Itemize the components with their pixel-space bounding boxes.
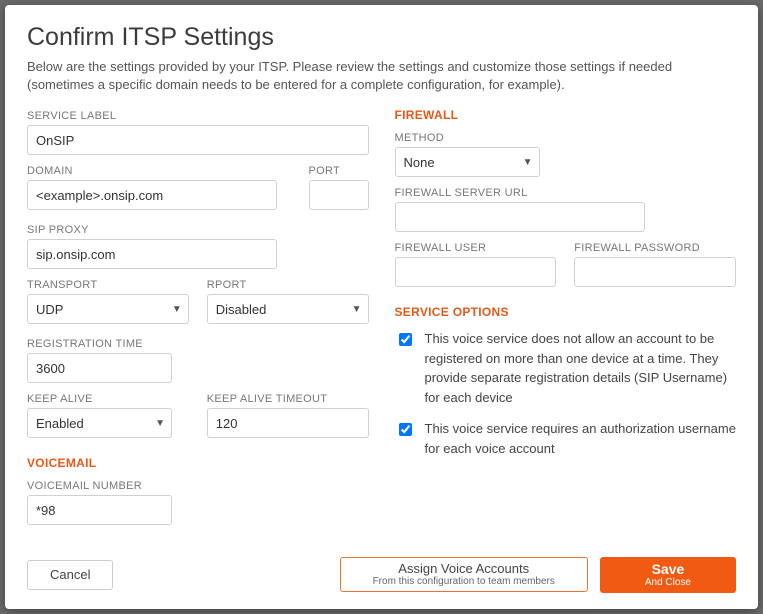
service-label-label: SERVICE LABEL (27, 104, 369, 125)
caret-down-icon: ▼ (523, 157, 533, 168)
option-single-device-checkbox[interactable] (399, 333, 412, 346)
keep-alive-label: KEEP ALIVE (27, 387, 189, 408)
method-value: None (404, 155, 435, 170)
left-column: SERVICE LABEL DOMAIN PORT SIP PROXY (27, 104, 369, 542)
port-input[interactable] (309, 180, 369, 210)
firewall-server-url-input[interactable] (395, 202, 645, 232)
option-single-device-text: This voice service does not allow an acc… (425, 329, 737, 407)
firewall-password-label: FIREWALL PASSWORD (574, 236, 736, 257)
transport-value: UDP (36, 302, 63, 317)
rport-value: Disabled (216, 302, 267, 317)
assign-button-title: Assign Voice Accounts (398, 562, 529, 576)
page-description: Below are the settings provided by your … (27, 58, 736, 94)
port-label: PORT (309, 159, 369, 180)
firewall-password-input[interactable] (574, 257, 736, 287)
cancel-button[interactable]: Cancel (27, 560, 113, 590)
caret-down-icon: ▼ (155, 418, 165, 429)
itsp-settings-dialog: Confirm ITSP Settings Below are the sett… (5, 5, 758, 609)
registration-time-label: REGISTRATION TIME (27, 332, 369, 353)
option-auth-username-text: This voice service requires an authoriza… (425, 419, 737, 458)
voicemail-number-label: VOICEMAIL NUMBER (27, 474, 369, 495)
firewall-user-input[interactable] (395, 257, 557, 287)
save-button[interactable]: Save And Close (600, 557, 736, 593)
domain-label: DOMAIN (27, 159, 291, 180)
caret-down-icon: ▼ (172, 304, 182, 315)
service-label-input[interactable] (27, 125, 369, 155)
page-title: Confirm ITSP Settings (27, 23, 736, 52)
rport-select[interactable]: Disabled ▼ (207, 294, 369, 324)
keep-alive-timeout-input[interactable] (207, 408, 369, 438)
voicemail-number-input[interactable] (27, 495, 172, 525)
save-button-sub: And Close (645, 577, 691, 588)
caret-down-icon: ▼ (352, 304, 362, 315)
method-select[interactable]: None ▼ (395, 147, 540, 177)
sip-proxy-label: SIP PROXY (27, 218, 369, 239)
service-options-section-header: SERVICE OPTIONS (395, 295, 737, 323)
registration-time-input[interactable] (27, 353, 172, 383)
domain-input[interactable] (27, 180, 277, 210)
rport-label: RPORT (207, 273, 369, 294)
firewall-server-url-label: FIREWALL SERVER URL (395, 181, 737, 202)
assign-voice-accounts-button[interactable]: Assign Voice Accounts From this configur… (340, 557, 588, 592)
firewall-user-label: FIREWALL USER (395, 236, 557, 257)
keep-alive-select[interactable]: Enabled ▼ (27, 408, 172, 438)
option-auth-username[interactable]: This voice service requires an authoriza… (395, 413, 737, 464)
keep-alive-timeout-label: KEEP ALIVE TIMEOUT (207, 387, 369, 408)
transport-select[interactable]: UDP ▼ (27, 294, 189, 324)
option-single-device[interactable]: This voice service does not allow an acc… (395, 323, 737, 413)
dialog-footer: Cancel Assign Voice Accounts From this c… (27, 543, 736, 593)
assign-button-sub: From this configuration to team members (373, 576, 555, 587)
method-label: METHOD (395, 126, 737, 147)
right-column: FIREWALL METHOD None ▼ FIREWALL SERVER U… (395, 104, 737, 542)
option-auth-username-checkbox[interactable] (399, 423, 412, 436)
columns: SERVICE LABEL DOMAIN PORT SIP PROXY (27, 104, 736, 542)
firewall-section-header: FIREWALL (395, 104, 737, 126)
save-button-title: Save (652, 562, 685, 577)
voicemail-section-header: VOICEMAIL (27, 446, 369, 474)
sip-proxy-input[interactable] (27, 239, 277, 269)
transport-label: TRANSPORT (27, 273, 189, 294)
keep-alive-value: Enabled (36, 416, 84, 431)
